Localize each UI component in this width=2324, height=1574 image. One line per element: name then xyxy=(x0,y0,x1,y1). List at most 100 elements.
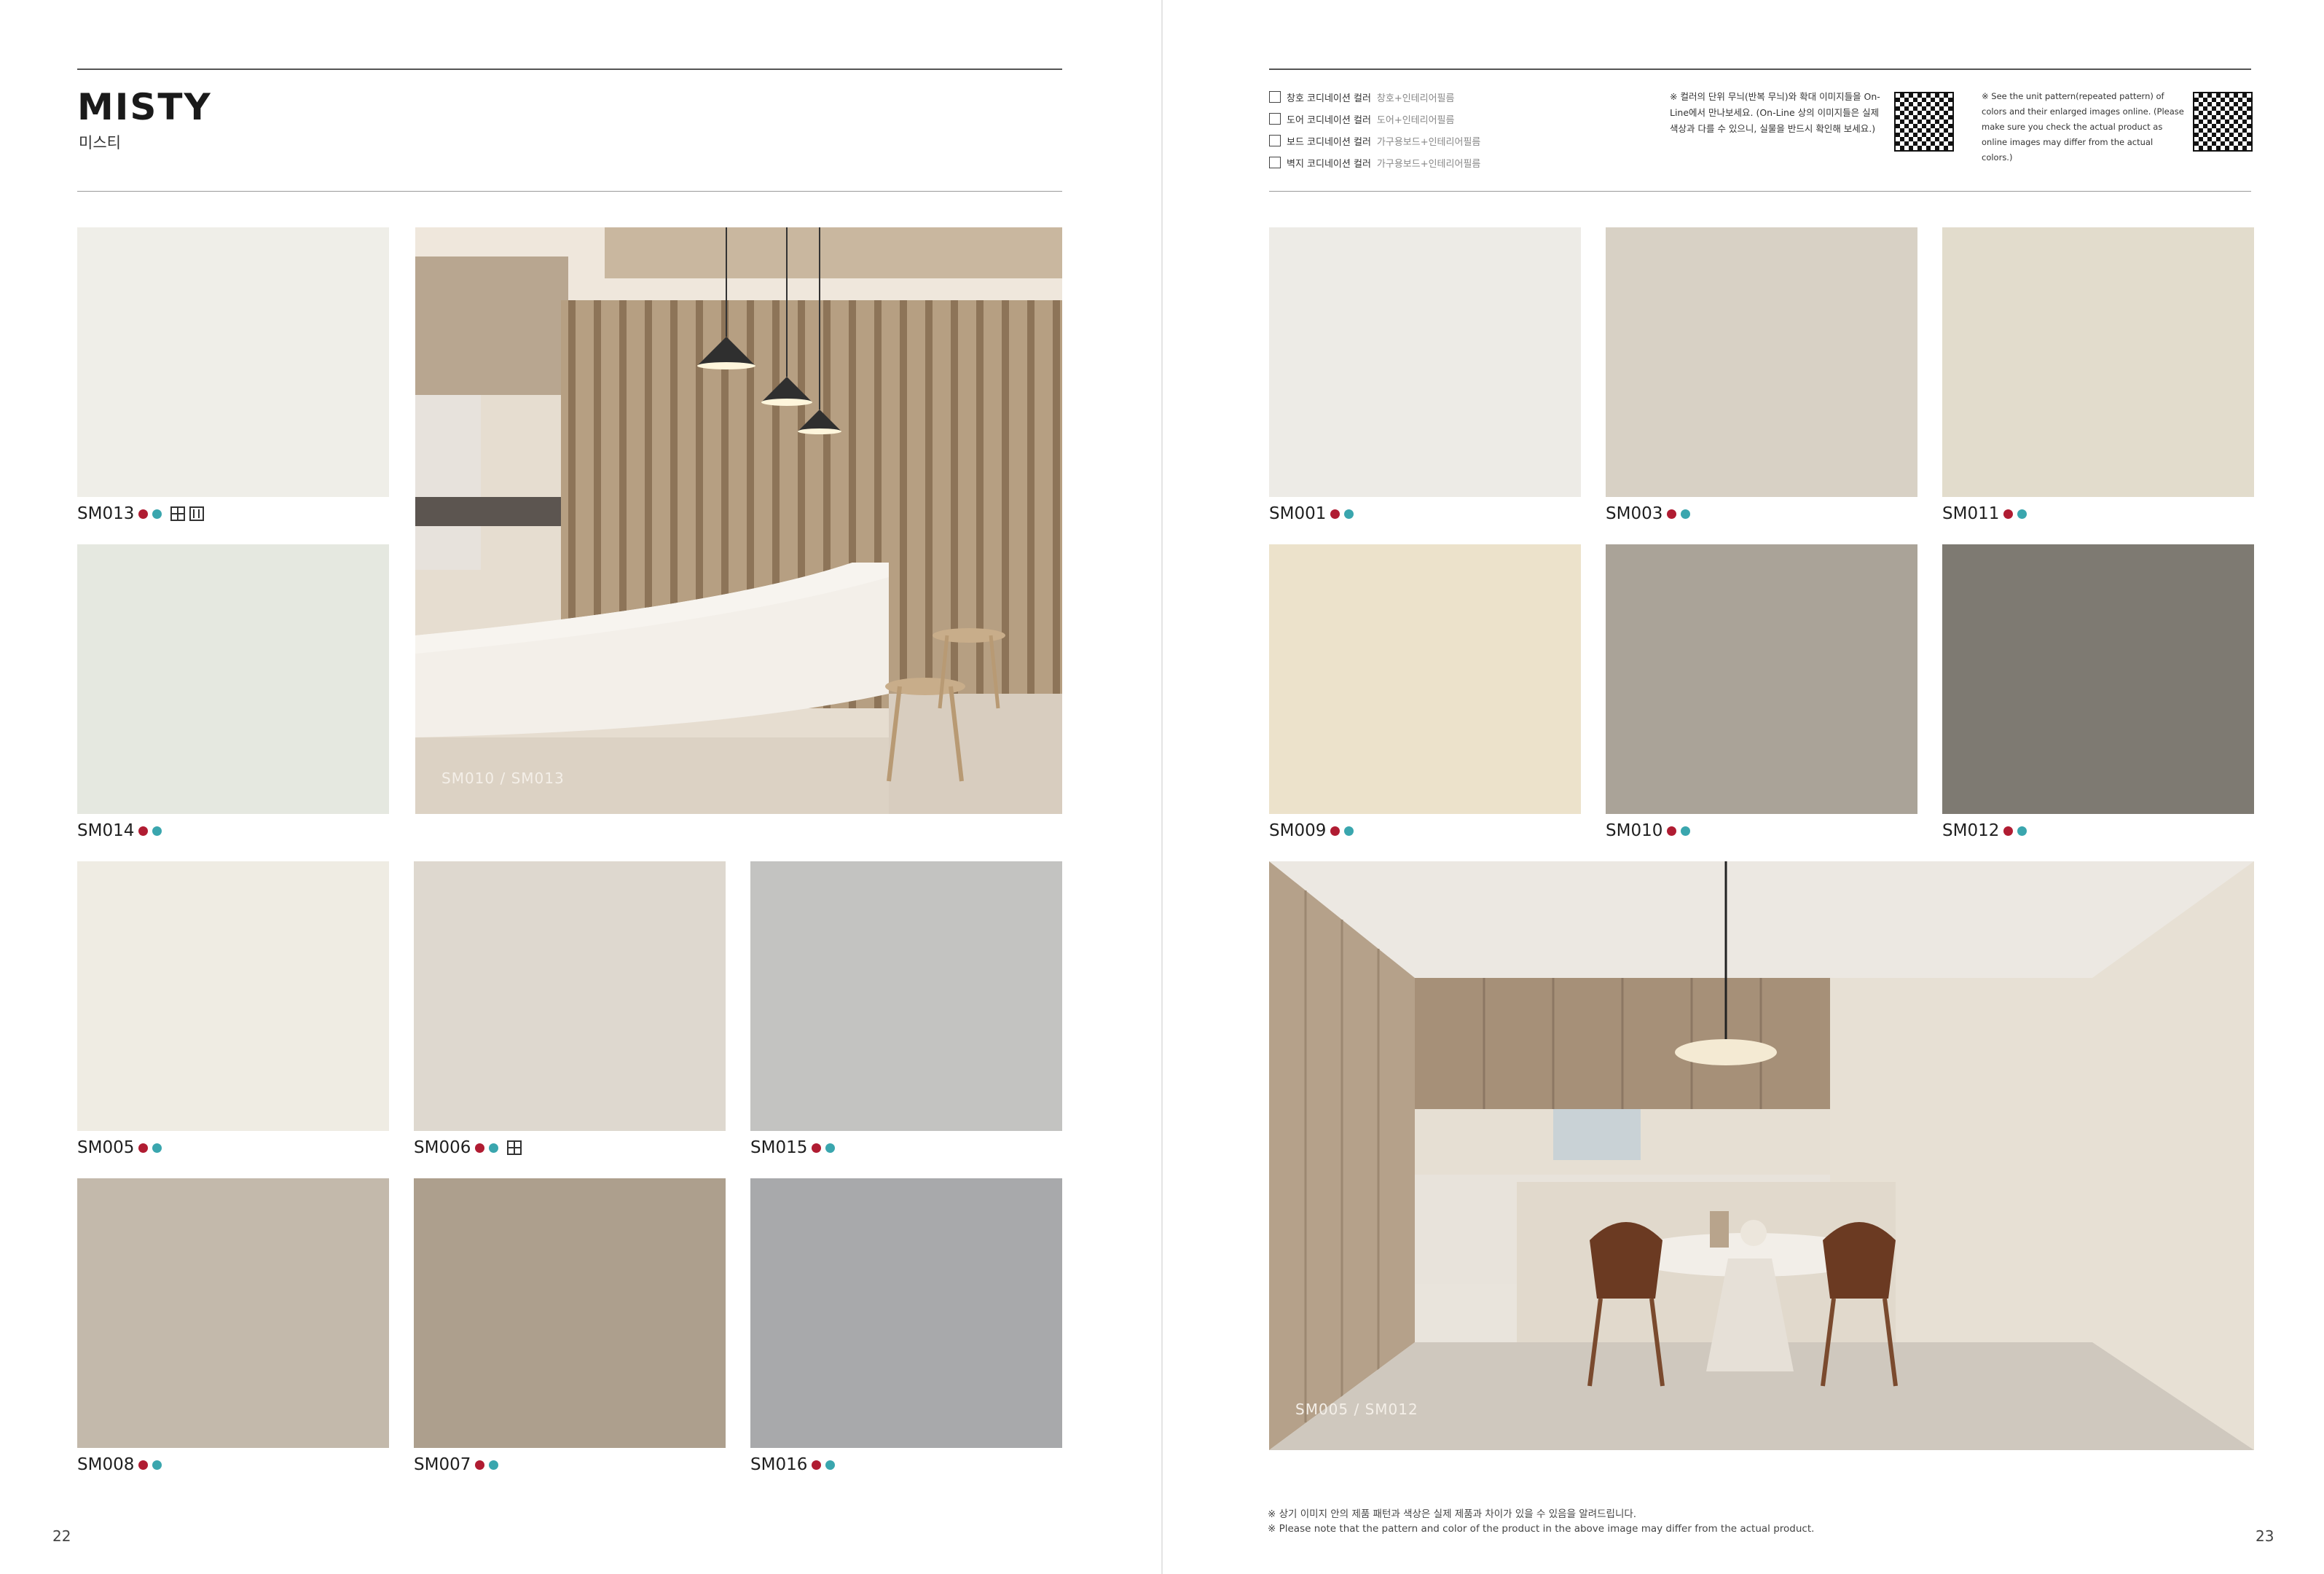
teal-dot-icon xyxy=(152,509,162,519)
swatch-sm016[interactable]: SM016 xyxy=(750,1178,1062,1484)
swatch-tile xyxy=(414,861,726,1131)
swatch-sm010[interactable]: SM010 xyxy=(1606,544,1917,850)
swatch-sm005[interactable]: SM005 xyxy=(77,861,389,1167)
red-dot-icon xyxy=(138,1460,149,1470)
teal-dot-icon xyxy=(489,1143,499,1153)
teal-dot-icon xyxy=(152,1143,162,1153)
swatch-tile xyxy=(77,861,389,1131)
legend-sub: 가구용보드+인테리어필름 xyxy=(1376,158,1481,170)
window-icon xyxy=(170,506,186,521)
legend-label: 도어 코디네이션 컬러 xyxy=(1287,114,1371,126)
legend-sub: 창호+인테리어필름 xyxy=(1376,93,1455,104)
qr-code-icon[interactable] xyxy=(2193,92,2253,152)
swatch-code: SM006 xyxy=(414,1138,471,1157)
wall-icon xyxy=(189,506,205,521)
kitchen-interior-photo: SM005 / SM012 xyxy=(1269,861,2254,1450)
legend-label: 보드 코디네이션 컬러 xyxy=(1287,136,1371,148)
coordination-legend: 창호 코디네이션 컬러 창호+인테리어필름 도어 코디네이션 컬러 도어+인테리… xyxy=(1269,86,1480,173)
swatch-code: SM013 xyxy=(77,504,135,523)
red-dot-icon xyxy=(812,1460,822,1470)
red-dot-icon xyxy=(1667,826,1677,836)
swatch-code: SM005 xyxy=(77,1138,135,1157)
swatch-tile xyxy=(1606,544,1917,814)
top-rule xyxy=(1269,68,2251,70)
cafe-interior-photo: SM010 / SM013 xyxy=(415,227,1062,814)
footnote-korean: ※ 상기 이미지 안의 제품 패턴과 색상은 실제 제품과 차이가 있을 수 있… xyxy=(1268,1508,1637,1520)
swatch-sm008[interactable]: SM008 xyxy=(77,1178,389,1484)
online-note-korean: ※ 컬러의 단위 무늬(반복 무늬)와 확대 이미지들을 On-Line에서 만… xyxy=(1670,91,1880,134)
swatch-sm013[interactable]: SM013 xyxy=(77,227,389,533)
teal-dot-icon xyxy=(825,1460,836,1470)
page-number: 23 xyxy=(2256,1527,2274,1545)
legend-item: 보드 코디네이션 컬러 가구용보드+인테리어필름 xyxy=(1269,130,1480,152)
swatch-code: SM011 xyxy=(1942,504,2000,523)
left-page: MISTY 미스티 SM013 SM014 SM010 / SM013 SM00… xyxy=(0,0,1161,1574)
swatch-code: SM012 xyxy=(1942,821,2000,840)
swatch-tile xyxy=(750,1178,1062,1448)
top-rule xyxy=(77,68,1062,70)
red-dot-icon xyxy=(2003,509,2014,519)
swatch-tile xyxy=(1942,544,2254,814)
qr-code-icon[interactable] xyxy=(1894,92,1954,152)
swatch-tile xyxy=(77,1178,389,1448)
swatch-sm009[interactable]: SM009 xyxy=(1269,544,1581,850)
red-dot-icon xyxy=(812,1143,822,1153)
red-dot-icon xyxy=(1667,509,1677,519)
swatch-code: SM014 xyxy=(77,821,135,840)
red-dot-icon xyxy=(1330,826,1340,836)
swatch-code: SM003 xyxy=(1606,504,1663,523)
page-subtitle: 미스티 xyxy=(79,134,121,152)
swatch-sm012[interactable]: SM012 xyxy=(1942,544,2254,850)
legend-sub: 도어+인테리어필름 xyxy=(1376,114,1455,126)
swatch-sm001[interactable]: SM001 xyxy=(1269,227,1581,533)
swatch-sm003[interactable]: SM003 xyxy=(1606,227,1917,533)
swatch-tile xyxy=(1269,227,1581,497)
legend-item: 창호 코디네이션 컬러 창호+인테리어필름 xyxy=(1269,86,1480,108)
swatch-tile xyxy=(1269,544,1581,814)
swatch-code: SM001 xyxy=(1269,504,1327,523)
swatch-sm006[interactable]: SM006 xyxy=(414,861,726,1167)
swatch-sm015[interactable]: SM015 xyxy=(750,861,1062,1167)
photo-caption: SM005 / SM012 xyxy=(1295,1401,1418,1418)
swatch-sm014[interactable]: SM014 xyxy=(77,544,389,850)
online-note-english: ※ See the unit pattern(repeated pattern)… xyxy=(1982,91,2184,163)
red-dot-icon xyxy=(475,1460,485,1470)
teal-dot-icon xyxy=(2017,509,2027,519)
red-dot-icon xyxy=(138,1143,149,1153)
page-number: 22 xyxy=(52,1527,71,1545)
teal-dot-icon xyxy=(1681,826,1691,836)
teal-dot-icon xyxy=(1344,509,1354,519)
swatch-sm007[interactable]: SM007 xyxy=(414,1178,726,1484)
window-coordination-icon xyxy=(1269,91,1281,103)
board-coordination-icon xyxy=(1269,135,1281,146)
teal-dot-icon xyxy=(1344,826,1354,836)
swatch-code: SM007 xyxy=(414,1455,471,1474)
page-title: MISTY xyxy=(77,86,212,128)
red-dot-icon xyxy=(475,1143,485,1153)
red-dot-icon xyxy=(1330,509,1340,519)
teal-dot-icon xyxy=(152,826,162,836)
swatch-code: SM010 xyxy=(1606,821,1663,840)
teal-dot-icon xyxy=(489,1460,499,1470)
header-rule xyxy=(1269,191,2251,192)
swatch-code: SM016 xyxy=(750,1455,808,1474)
photo-caption: SM010 / SM013 xyxy=(441,770,565,787)
teal-dot-icon xyxy=(825,1143,836,1153)
swatch-tile xyxy=(1606,227,1917,497)
red-dot-icon xyxy=(138,509,149,519)
swatch-code: SM008 xyxy=(77,1455,135,1474)
legend-item: 벽지 코디네이션 컬러 가구용보드+인테리어필름 xyxy=(1269,152,1480,173)
swatch-tile xyxy=(750,861,1062,1131)
red-dot-icon xyxy=(2003,826,2014,836)
legend-label: 창호 코디네이션 컬러 xyxy=(1287,93,1371,104)
swatch-tile xyxy=(1942,227,2254,497)
footnote-english: ※ Please note that the pattern and color… xyxy=(1268,1523,1815,1535)
teal-dot-icon xyxy=(2017,826,2027,836)
swatch-sm011[interactable]: SM011 xyxy=(1942,227,2254,533)
swatch-tile xyxy=(77,227,389,497)
door-coordination-icon xyxy=(1269,113,1281,125)
teal-dot-icon xyxy=(152,1460,162,1470)
window-icon xyxy=(507,1140,522,1155)
legend-label: 벽지 코디네이션 컬러 xyxy=(1287,158,1371,170)
swatch-tile xyxy=(414,1178,726,1448)
